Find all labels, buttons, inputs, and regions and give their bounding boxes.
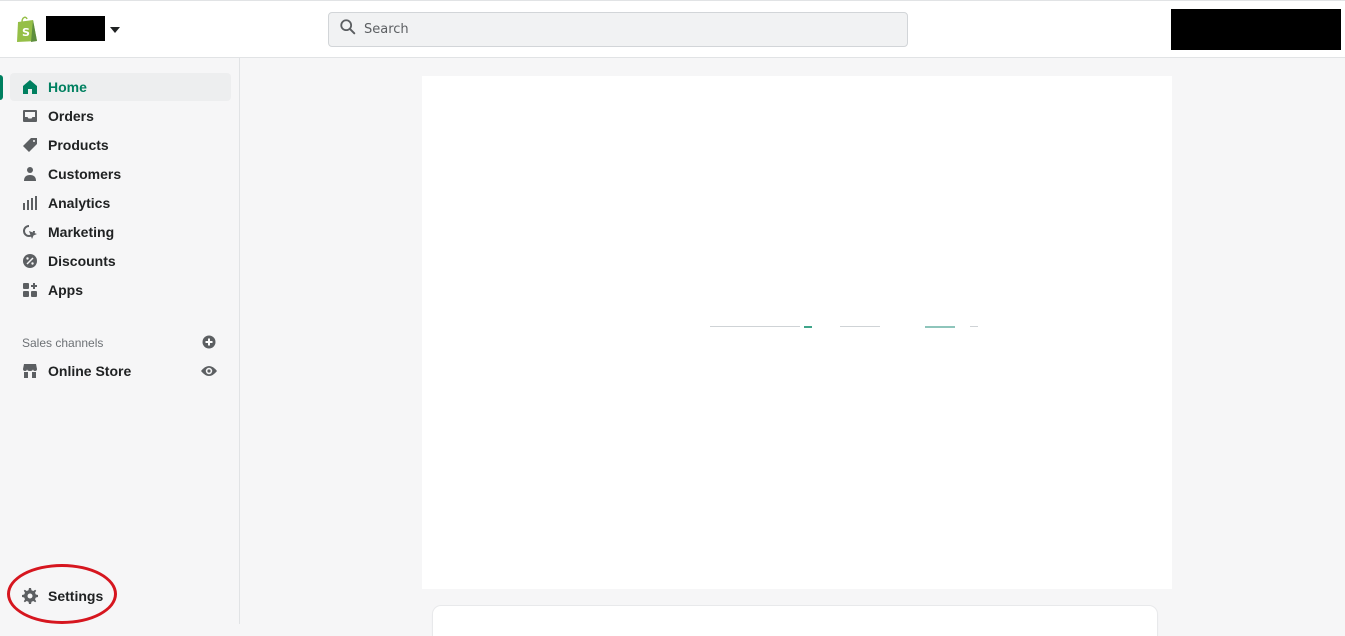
loading-line	[970, 326, 978, 327]
loading-placeholder	[710, 326, 982, 329]
top-bar: S	[0, 0, 1345, 58]
sales-channels-heading: Sales channels	[22, 336, 104, 350]
main-content	[240, 58, 1345, 636]
home-icon	[20, 77, 40, 97]
account-menu-redacted[interactable]	[1171, 9, 1341, 50]
eye-icon[interactable]	[200, 364, 218, 378]
sidebar-item-label: Analytics	[48, 195, 111, 211]
gear-icon	[20, 586, 40, 606]
svg-text:S: S	[22, 26, 30, 39]
loading-line	[925, 326, 955, 328]
discount-icon	[20, 251, 40, 271]
sidebar-item-label: Apps	[48, 282, 83, 298]
sidebar-item-apps[interactable]: Apps	[10, 276, 231, 304]
target-cursor-icon	[20, 222, 40, 242]
person-icon	[20, 164, 40, 184]
sidebar-item-label: Products	[48, 137, 109, 153]
tag-icon	[20, 135, 40, 155]
shopify-bag-icon[interactable]: S	[14, 15, 40, 43]
store-name-redacted[interactable]	[46, 16, 105, 41]
store-icon	[20, 361, 40, 381]
home-card-secondary	[433, 606, 1157, 636]
caret-down-icon[interactable]	[110, 27, 120, 33]
sidebar-item-orders[interactable]: Orders	[10, 102, 231, 130]
sidebar-item-label: Customers	[48, 166, 122, 182]
sidebar-item-label: Online Store	[48, 363, 132, 379]
sidebar-item-discounts[interactable]: Discounts	[10, 247, 231, 275]
apps-icon	[20, 280, 40, 300]
sidebar-item-home[interactable]: Home	[10, 73, 231, 101]
sidebar-item-label: Discounts	[48, 253, 116, 269]
search-input[interactable]	[364, 22, 864, 37]
sidebar-item-label: Marketing	[48, 224, 115, 240]
sidebar-item-products[interactable]: Products	[10, 131, 231, 159]
sidebar-item-label: Home	[48, 79, 87, 95]
loading-line	[840, 326, 880, 327]
sidebar-item-analytics[interactable]: Analytics	[10, 189, 231, 217]
sidebar-item-settings[interactable]: Settings	[10, 582, 231, 610]
plus-circle-icon[interactable]	[202, 335, 216, 349]
loading-line	[804, 326, 812, 328]
active-indicator	[0, 75, 3, 100]
orders-icon	[20, 106, 40, 126]
sidebar-item-customers[interactable]: Customers	[10, 160, 231, 188]
sidebar-item-online-store[interactable]: Online Store	[10, 357, 231, 385]
sidebar-item-label: Orders	[48, 108, 94, 124]
sidebar-item-marketing[interactable]: Marketing	[10, 218, 231, 246]
search-icon	[339, 18, 357, 41]
search-bar[interactable]	[328, 12, 908, 47]
loading-line	[710, 326, 800, 327]
home-card-loading	[422, 76, 1172, 589]
bar-chart-icon	[20, 193, 40, 213]
sidebar-item-label: Settings	[48, 588, 104, 604]
